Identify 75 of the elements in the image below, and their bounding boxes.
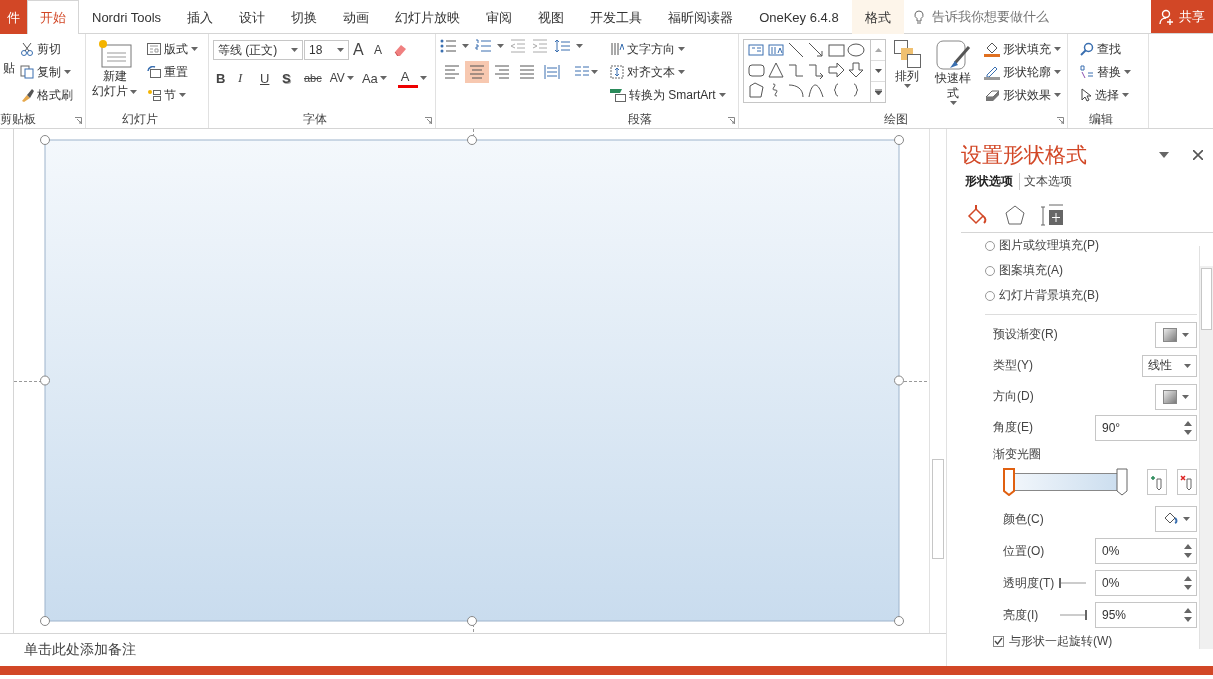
ribbon-tab[interactable]: 审阅: [473, 0, 526, 34]
paste-button[interactable]: 贴: [0, 39, 16, 110]
replace-button[interactable]: 替换: [1078, 62, 1133, 82]
field-label: 方向(D): [993, 388, 1034, 405]
rotate-with-shape-checkbox[interactable]: 与形状一起旋转(W): [993, 631, 1113, 651]
ribbon-tab[interactable]: 开发工具: [577, 0, 656, 34]
change-case-button[interactable]: Aa: [358, 67, 390, 89]
ribbon-tab[interactable]: 插入: [174, 0, 227, 34]
field-label: 颜色(C): [1003, 510, 1044, 528]
shape-fill-button[interactable]: 形状填充: [982, 39, 1063, 59]
font-name-field[interactable]: 等线 (正文): [213, 40, 303, 60]
ribbon-tab[interactable]: 件: [0, 0, 27, 34]
spin-field[interactable]: 0%: [1095, 538, 1197, 564]
spin-field[interactable]: 90°: [1095, 414, 1197, 441]
field-label: 渐变光圈: [993, 445, 1041, 463]
field-label: 类型(Y): [993, 357, 1033, 374]
field-label: 角度(E): [993, 419, 1033, 436]
fill-radio[interactable]: 图案填充(A): [985, 258, 1063, 283]
share-button[interactable]: 共享: [1151, 0, 1213, 33]
shape-effects-button[interactable]: 形状效果: [982, 85, 1063, 105]
ribbon-tab[interactable]: Nordri Tools: [79, 0, 175, 34]
group-label: 字体: [302, 111, 328, 128]
reset-button[interactable]: 重置: [145, 62, 200, 82]
spin-field[interactable]: 95%: [1095, 602, 1197, 628]
field-label: 位置(O): [1003, 542, 1045, 560]
type-dropdown[interactable]: 线性: [1142, 354, 1197, 377]
pane-tab[interactable]: 形状选项: [961, 173, 1020, 190]
group-label: 绘图: [883, 111, 909, 128]
group-label: 剪贴板: [0, 111, 37, 128]
group-label: 编辑: [1088, 111, 1114, 128]
shadow-button[interactable]: S: [279, 67, 299, 89]
ribbon-tab[interactable]: OneKey 6.4.8: [746, 0, 852, 34]
underline-button[interactable]: U: [257, 67, 277, 89]
spin-field[interactable]: 0%: [1095, 570, 1197, 596]
bold-button[interactable]: B: [213, 67, 233, 89]
ribbon-tab[interactable]: 动画: [330, 0, 383, 34]
strikethrough-button[interactable]: abc: [301, 67, 325, 89]
ribbon-tab[interactable]: 幻灯片放映: [382, 0, 474, 34]
section-button[interactable]: 节: [145, 85, 200, 105]
tell-me-field[interactable]: 告诉我你想要做什么: [929, 8, 1104, 25]
font-size-field[interactable]: 18: [304, 40, 349, 60]
font-color-button[interactable]: A: [397, 68, 418, 88]
group-label: 段落: [627, 111, 653, 128]
cut-button[interactable]: 剪切: [18, 39, 75, 59]
field-label: 透明度(T): [1003, 574, 1055, 592]
ribbon-tab[interactable]: 格式: [851, 0, 904, 34]
format-painter-button[interactable]: 格式刷: [18, 85, 75, 105]
ribbon-tab[interactable]: 切换: [278, 0, 331, 34]
ribbon-tab[interactable]: 福昕阅读器: [655, 0, 747, 34]
quick-styles-button[interactable]: 快速样式: [928, 39, 978, 110]
grow-font-button[interactable]: A: [350, 39, 370, 61]
pane-title: 设置形状格式: [961, 142, 1088, 168]
layout-button[interactable]: 版式: [145, 39, 200, 59]
arrange-button[interactable]: 排列: [890, 39, 925, 110]
ribbon-tab[interactable]: 视图: [525, 0, 578, 34]
align-text-button[interactable]: 对齐文本: [608, 62, 728, 82]
notes-placeholder[interactable]: 单击此处添加备注: [24, 641, 136, 659]
fill-radio[interactable]: 幻灯片背景填充(B): [985, 283, 1099, 308]
find-button[interactable]: 查找: [1078, 39, 1133, 59]
copy-button[interactable]: 复制: [18, 62, 75, 82]
character-spacing-button[interactable]: AV: [326, 67, 357, 89]
pane-tab[interactable]: 文本选项: [1020, 173, 1078, 190]
field-label: 预设渐变(R): [993, 326, 1058, 343]
shrink-font-button[interactable]: A: [371, 39, 391, 61]
group-label: 幻灯片: [121, 111, 159, 128]
convert-to-smartart-button[interactable]: 转换为 SmartArt: [608, 85, 728, 105]
new-slide-button[interactable]: 新建 幻灯片: [90, 39, 139, 110]
ribbon-tab[interactable]: 开始: [27, 0, 79, 34]
shape-outline-button[interactable]: 形状轮廓: [982, 62, 1063, 82]
select-button[interactable]: 选择: [1078, 85, 1133, 105]
italic-button[interactable]: I: [235, 67, 255, 89]
text-direction-button[interactable]: 文字方向: [608, 39, 728, 59]
ribbon-tab[interactable]: 设计: [226, 0, 279, 34]
fill-radio[interactable]: 图片或纹理填充(P): [985, 233, 1099, 258]
field-label: 亮度(I): [1003, 606, 1039, 624]
